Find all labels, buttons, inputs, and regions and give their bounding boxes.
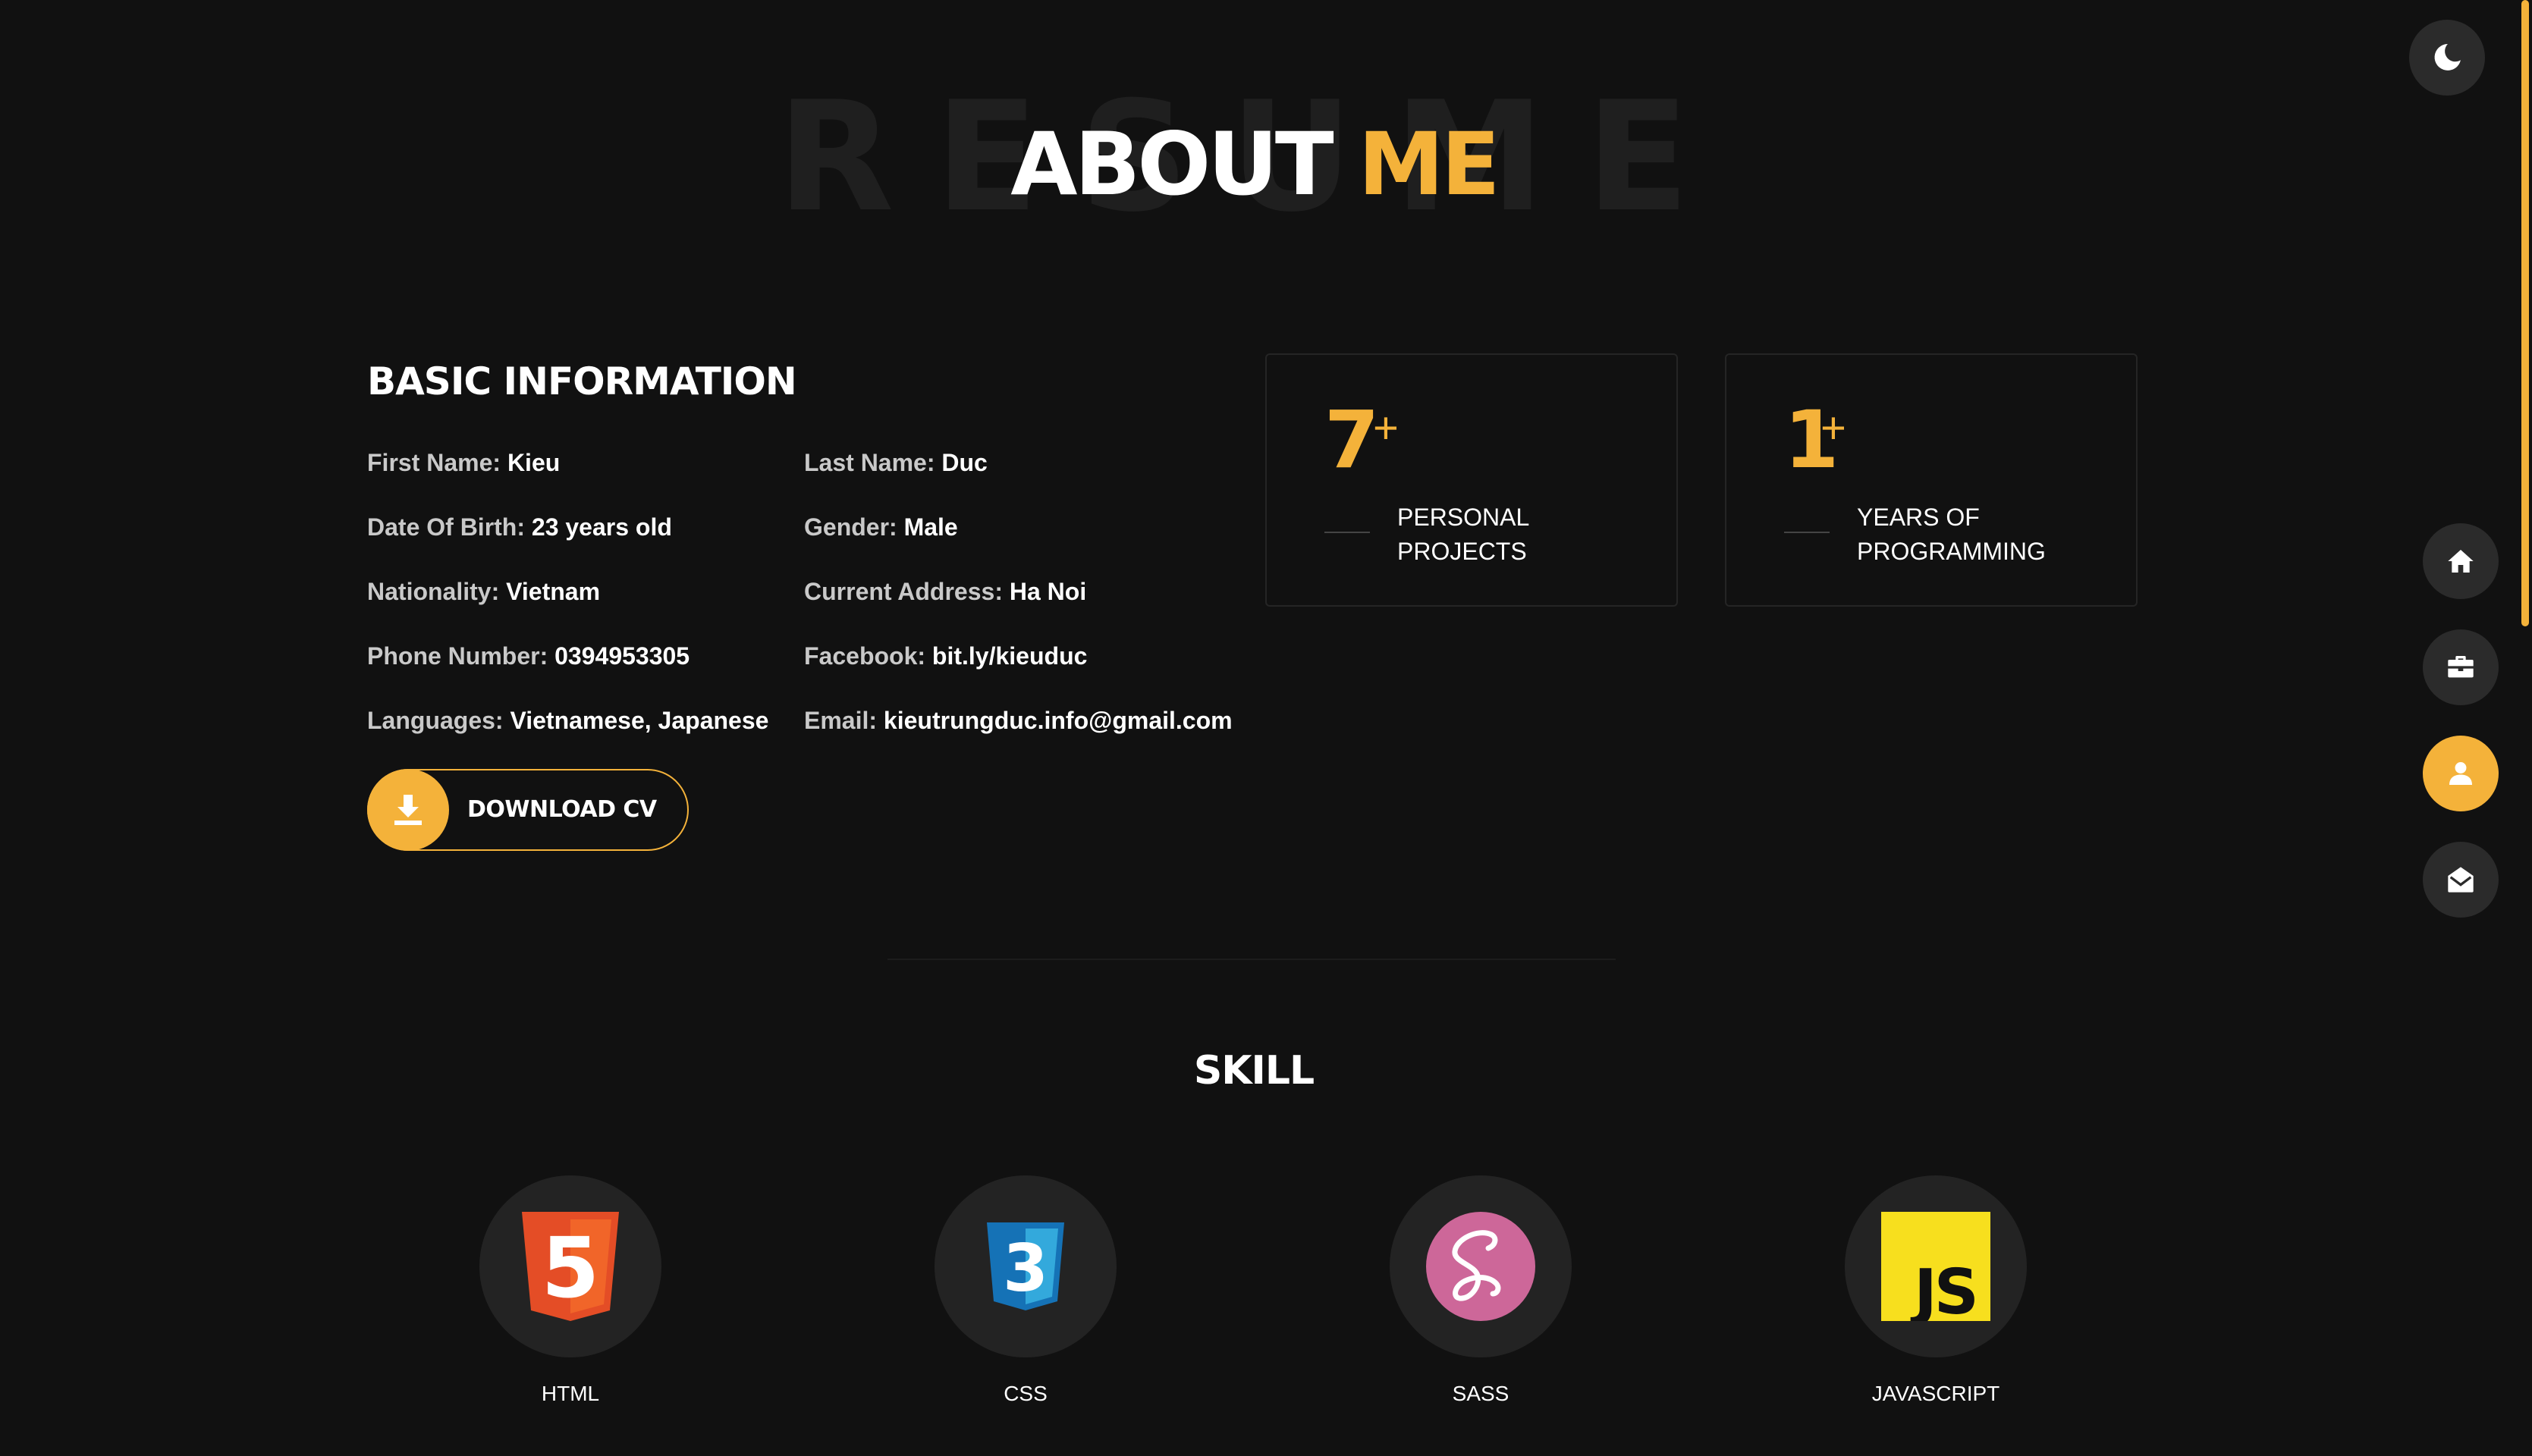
sass-icon — [1426, 1212, 1535, 1321]
info-label: First Name: — [367, 449, 501, 476]
skill-label: SASS — [1452, 1382, 1509, 1405]
skill-title: SKILL — [1193, 1048, 1315, 1094]
email-link[interactable]: kieutrungduc.info@gmail.com — [884, 707, 1233, 734]
info-facebook: Facebook: bit.ly/kieuduc — [804, 641, 1087, 671]
info-value: 0394953305 — [554, 642, 690, 670]
skill-label: HTML — [541, 1382, 600, 1405]
briefcase-icon — [2448, 656, 2474, 678]
info-label: Languages: — [367, 707, 504, 734]
skill-label: CSS — [1004, 1382, 1048, 1405]
info-value: Vietnam — [506, 578, 601, 605]
stat-label-line-2: PROJECTS — [1397, 538, 1527, 565]
nav-about-button[interactable] — [2423, 736, 2499, 811]
stat-label-line-2: PROGRAMMING — [1857, 538, 2046, 565]
info-date-of-birth: Date Of Birth: 23 years old — [367, 512, 672, 542]
svg-text:5: 5 — [542, 1219, 600, 1316]
stat-label: PERSONAL PROJECTS — [1397, 500, 1529, 569]
info-gender: Gender: Male — [804, 512, 958, 542]
page-title: ABOUT ME — [0, 121, 2508, 208]
stat-divider-line — [1784, 532, 1830, 533]
info-value: 23 years old — [531, 513, 672, 541]
info-nationality: Nationality: Vietnam — [367, 576, 600, 607]
info-label: Current Address: — [804, 578, 1003, 605]
user-icon — [2449, 762, 2472, 785]
info-phone-number: Phone Number: 0394953305 — [367, 641, 690, 671]
nav-contact-button[interactable] — [2423, 842, 2499, 918]
stat-label-line-1: YEARS OF — [1857, 504, 1980, 531]
info-label: Date Of Birth: — [367, 513, 525, 541]
home-icon — [2448, 550, 2474, 573]
html5-icon: 5 — [522, 1212, 619, 1321]
nav-home-button[interactable] — [2423, 523, 2499, 599]
stat-card-projects: 7 + PERSONAL PROJECTS — [1265, 353, 1678, 607]
page-title-main: ABOUT — [1010, 114, 1334, 215]
envelope-open-icon — [2448, 867, 2474, 893]
skill-javascript: JS — [1845, 1175, 2027, 1357]
skill-sass — [1390, 1175, 1572, 1357]
stat-divider-line — [1324, 532, 1370, 533]
info-email: Email: kieutrungduc.info@gmail.com — [804, 705, 1233, 736]
skill-html: 5 — [479, 1175, 661, 1357]
section-divider — [887, 959, 1616, 960]
download-icon — [394, 795, 422, 825]
info-languages: Languages: Vietnamese, Japanese — [367, 705, 768, 736]
info-label: Gender: — [804, 513, 897, 541]
info-label: Nationality: — [367, 578, 500, 605]
stat-label-line-1: PERSONAL — [1397, 504, 1530, 531]
svg-text:JS: JS — [1910, 1257, 1976, 1321]
info-label: Phone Number: — [367, 642, 548, 670]
nav-portfolio-button[interactable] — [2423, 629, 2499, 705]
css3-icon: 3 — [987, 1222, 1064, 1310]
info-value: Vietnamese, Japanese — [510, 707, 769, 734]
basic-information-title: BASIC INFORMATION — [367, 359, 797, 403]
facebook-link[interactable]: bit.ly/kieuduc — [932, 642, 1087, 670]
info-value: Kieu — [507, 449, 561, 476]
download-cv-button[interactable]: DOWNLOAD CV — [367, 769, 689, 851]
info-current-address: Current Address: Ha Noi — [804, 576, 1086, 607]
info-value: Male — [903, 513, 958, 541]
stat-plus: + — [1373, 403, 1399, 453]
skill-label: JAVASCRIPT — [1871, 1382, 2000, 1405]
download-cv-label: DOWNLOAD CV — [467, 796, 657, 823]
stat-number: 7 — [1324, 394, 1380, 486]
info-label: Facebook: — [804, 642, 926, 670]
page-title-accent: ME — [1358, 114, 1500, 215]
info-value: Ha Noi — [1009, 578, 1087, 605]
info-value: Duc — [941, 449, 988, 476]
info-label: Last Name: — [804, 449, 935, 476]
info-label: Email: — [804, 707, 878, 734]
stat-card-years: 1 + YEARS OF PROGRAMMING — [1725, 353, 2138, 607]
skill-css: 3 — [935, 1175, 1117, 1357]
download-icon-circle — [367, 769, 449, 851]
stat-plus: + — [1820, 403, 1846, 453]
javascript-icon: JS — [1881, 1212, 1990, 1321]
svg-text:3: 3 — [1003, 1231, 1048, 1307]
scrollbar-thumb[interactable] — [2521, 0, 2529, 626]
moon-icon — [2434, 44, 2461, 71]
stat-label: YEARS OF PROGRAMMING — [1857, 500, 2046, 569]
info-last-name: Last Name: Duc — [804, 447, 988, 478]
info-first-name: First Name: Kieu — [367, 447, 560, 478]
